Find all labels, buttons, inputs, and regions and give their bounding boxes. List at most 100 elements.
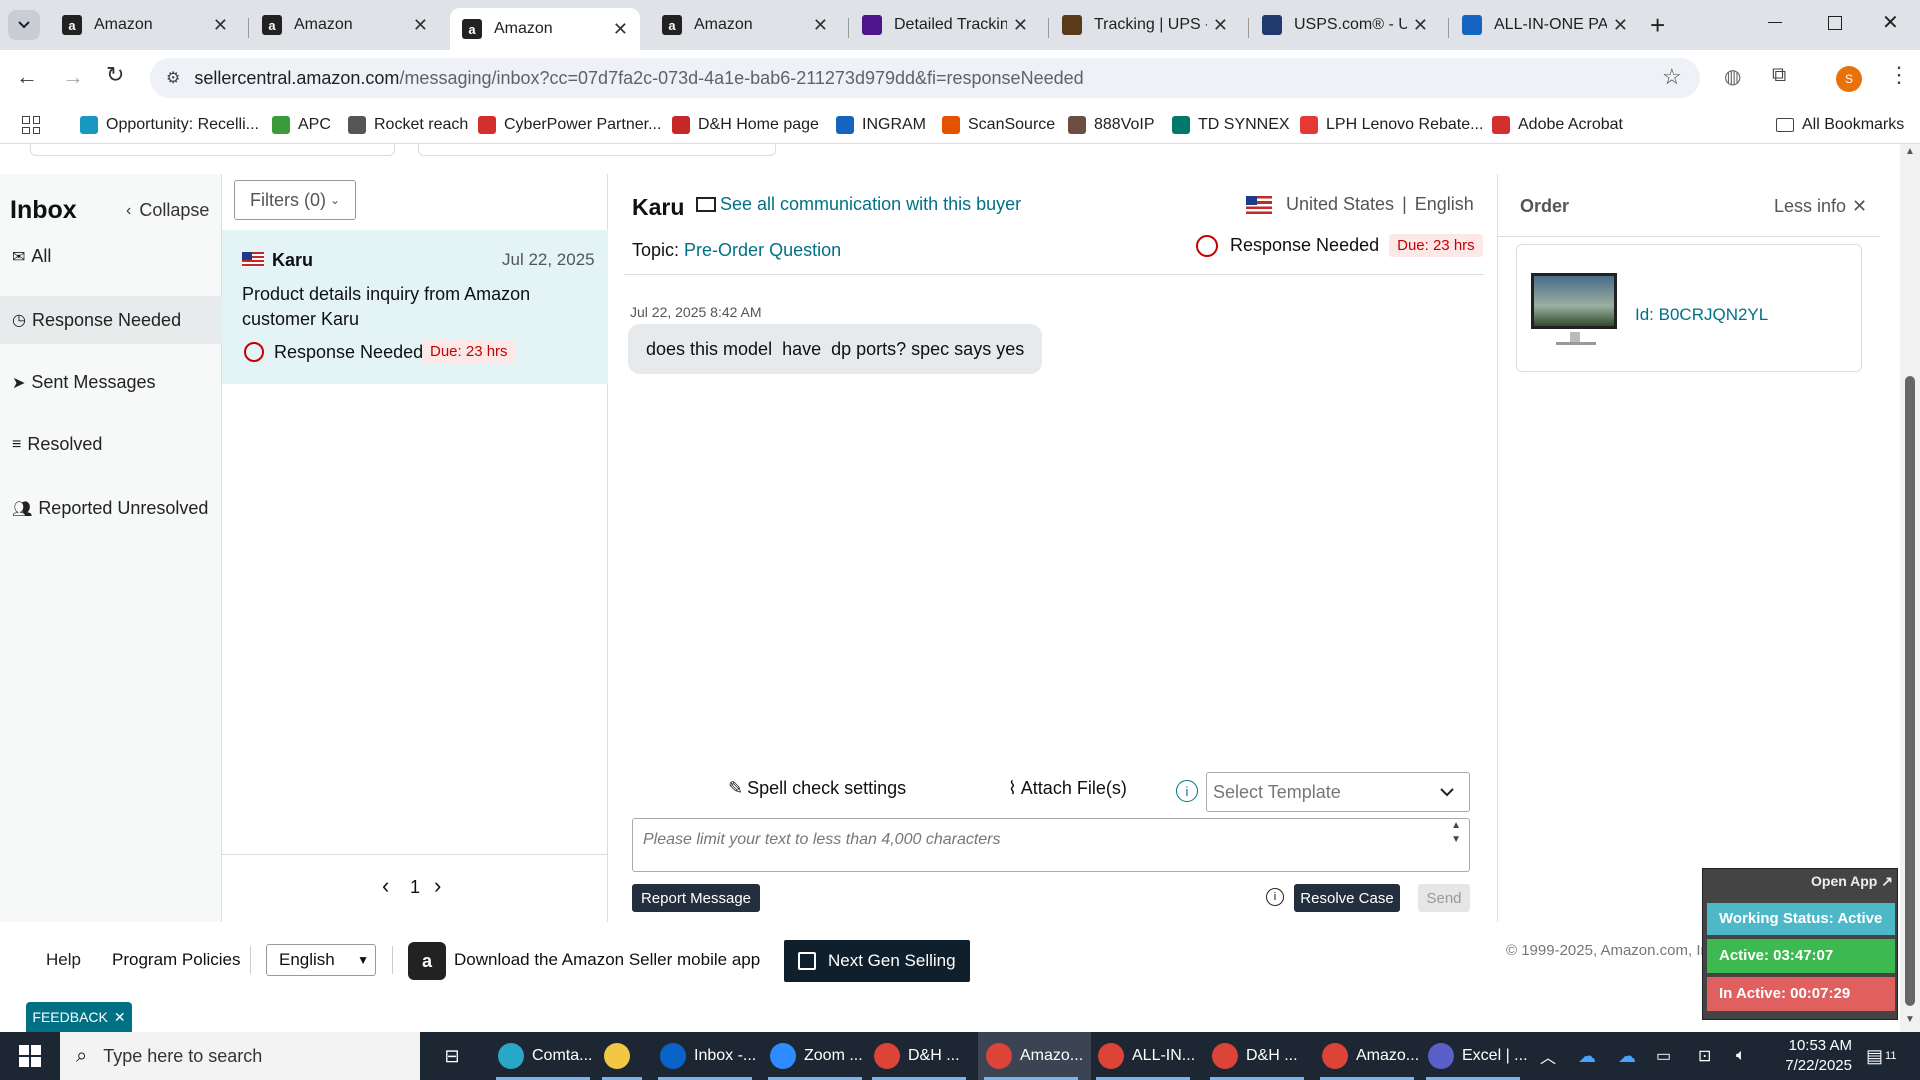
minimize-button[interactable] [1768,12,1788,32]
address-bar[interactable]: ⚙ sellercentral.amazon.com/messaging/inb… [150,58,1700,98]
bookmark-item[interactable]: CyberPower Partner... [478,112,661,138]
language-select[interactable]: English ▼ [266,944,376,976]
taskbar-app[interactable] [596,1032,646,1080]
star-icon[interactable]: ☆ [1662,64,1682,90]
bookmark-item[interactable]: ScanSource [942,112,1055,138]
show-hidden-icons[interactable]: ︿ [1540,1032,1556,1080]
apps-grid-icon[interactable] [22,116,40,134]
reply-textarea[interactable]: Please limit your text to less than 4,00… [632,818,1470,872]
scroll-thumb[interactable] [1905,376,1915,1006]
sidebar-item-all[interactable]: ✉ All [12,246,51,267]
tab-6[interactable]: Tracking | UPS - U ✕ [1050,8,1240,42]
tab-7[interactable]: USPS.com® - US ✕ [1250,8,1440,42]
close-tab-icon[interactable]: ✕ [613,19,628,40]
all-bookmarks-folder[interactable]: All Bookmarks [1776,112,1904,138]
onedrive-icon[interactable]: ☁ [1578,1032,1596,1080]
sidebar-item-resolved[interactable]: ≡ Resolved [12,434,102,455]
notification-center-icon[interactable]: ▤ 11 [1866,1032,1896,1080]
bookmark-item[interactable]: Adobe Acrobat [1492,112,1623,138]
taskbar-app[interactable]: Amazo... [1314,1032,1427,1080]
taskbar-app[interactable]: ALL-IN... [1090,1032,1203,1080]
scroll-up-icon[interactable]: ▲ [1905,146,1915,157]
profile-avatar[interactable]: S [1836,66,1862,92]
clock[interactable]: 10:53 AM 7/22/2025 [1772,1036,1852,1076]
tab-2[interactable]: a Amazon ✕ [250,8,440,42]
help-link[interactable]: Help [46,950,81,970]
bookmark-item[interactable]: Rocket reach [348,112,468,138]
program-policies-link[interactable]: Program Policies [112,950,241,970]
spell-check-button[interactable]: ✎ Spell check settings [728,778,906,799]
close-tab-icon[interactable]: ✕ [1413,15,1428,36]
see-all-link[interactable]: See all communication with this buyer [696,194,1021,215]
bookmark-item[interactable]: APC [272,112,331,138]
menu-icon[interactable]: ⋮ [1888,62,1910,88]
close-icon[interactable]: ✕ [114,1009,126,1026]
close-tab-icon[interactable]: ✕ [413,15,428,36]
bookmark-item[interactable]: 888VoIP [1068,112,1155,138]
next-page-icon[interactable]: › [434,873,441,899]
task-view-button[interactable]: ⊟ [432,1032,472,1080]
topic-link[interactable]: Pre-Order Question [684,240,841,260]
close-tab-icon[interactable]: ✕ [1213,15,1228,36]
bookmark-item[interactable]: TD SYNNEX [1172,112,1290,138]
volume-icon[interactable]: 🔈︎ [1736,1032,1746,1080]
report-message-button[interactable]: Report Message [632,884,760,912]
new-tab-button[interactable]: + [1650,10,1665,41]
page-number[interactable]: 1 [410,877,420,898]
next-gen-selling-button[interactable]: Next Gen Selling [784,940,970,982]
tab-1[interactable]: a Amazon ✕ [50,8,240,42]
send-button[interactable]: Send [1418,884,1470,912]
scroll-down-icon[interactable]: ▼ [1905,1014,1915,1025]
close-tab-icon[interactable]: ✕ [213,15,228,36]
bookmark-item[interactable]: LPH Lenovo Rebate... [1300,112,1483,138]
less-info-button[interactable]: Less info ✕ [1774,196,1867,217]
start-button[interactable] [0,1032,60,1080]
bookmark-item[interactable]: D&H Home page [672,112,819,138]
forward-button[interactable]: → [62,64,84,90]
taskbar-app[interactable]: Excel | ... [1420,1032,1536,1080]
restore-button[interactable] [1828,16,1842,30]
product-id-link[interactable]: Id: B0CRJQN2YL [1635,305,1768,325]
taskbar-app[interactable]: Inbox -... [652,1032,764,1080]
close-tab-icon[interactable]: ✕ [813,15,828,36]
globe-icon[interactable]: ◍ [1724,64,1741,89]
network-icon[interactable]: ⊡ [1698,1032,1711,1080]
back-button[interactable]: ← [16,64,38,90]
attach-button[interactable]: ⌇ Attach File(s) [1008,778,1127,799]
tab-3[interactable]: a Amazon ✕ [450,8,640,50]
page-scrollbar[interactable]: ▲ ▼ [1900,144,1920,1032]
info-icon[interactable]: i [1176,780,1198,802]
onedrive-icon-2[interactable]: ☁ [1618,1032,1636,1080]
site-info-icon[interactable]: ⚙ [166,68,180,88]
tab-5[interactable]: Detailed Tracking ✕ [850,8,1040,42]
sidebar-item-reported-unresolved[interactable]: 👥︎ Reported Unresolved [12,498,208,519]
list-item[interactable]: Karu Jul 22, 2025 Product details inquir… [222,230,608,384]
taskbar-app[interactable]: Zoom ... [762,1032,871,1080]
bookmark-item[interactable]: Opportunity: Recelli... [80,112,259,138]
template-select[interactable]: Select Template [1206,772,1470,812]
taskbar-search[interactable]: ⌕ Type here to search [60,1032,420,1080]
taskbar-app[interactable]: Amazo... [978,1032,1092,1080]
prev-page-icon[interactable]: ‹ [382,873,389,899]
taskbar-app[interactable]: D&H ... [1204,1032,1306,1080]
open-app-button[interactable]: Open App ↗ [1811,873,1893,890]
close-tab-icon[interactable]: ✕ [1613,15,1628,36]
tab-search-button[interactable] [8,10,40,40]
tab-4[interactable]: a Amazon ✕ [650,8,840,42]
feedback-tab[interactable]: FEEDBACK ✕ [26,1002,132,1032]
sidebar-item-sent-messages[interactable]: ➤ Sent Messages [12,372,155,393]
tab-8[interactable]: ALL-IN-ONE PAC ✕ [1450,8,1640,42]
filters-button[interactable]: Filters (0) ⌄ [234,180,356,220]
scroll-arrows[interactable]: ▲ ▼ [1451,819,1461,847]
sidebar-item-response-needed[interactable]: ◷ Response Needed [0,296,222,344]
extensions-icon[interactable]: ⧉ [1772,64,1786,87]
collapse-button[interactable]: ‹ Collapse [126,200,209,221]
info-icon[interactable]: i [1266,888,1284,906]
close-tab-icon[interactable]: ✕ [1013,15,1028,36]
taskbar-app[interactable]: Comta... [490,1032,600,1080]
close-window-button[interactable]: ✕ [1882,10,1899,35]
taskbar-app[interactable]: D&H ... [866,1032,968,1080]
bookmark-item[interactable]: INGRAM [836,112,926,138]
resolve-case-button[interactable]: Resolve Case [1294,884,1400,912]
download-app-link[interactable]: Download the Amazon Seller mobile app [454,950,760,970]
